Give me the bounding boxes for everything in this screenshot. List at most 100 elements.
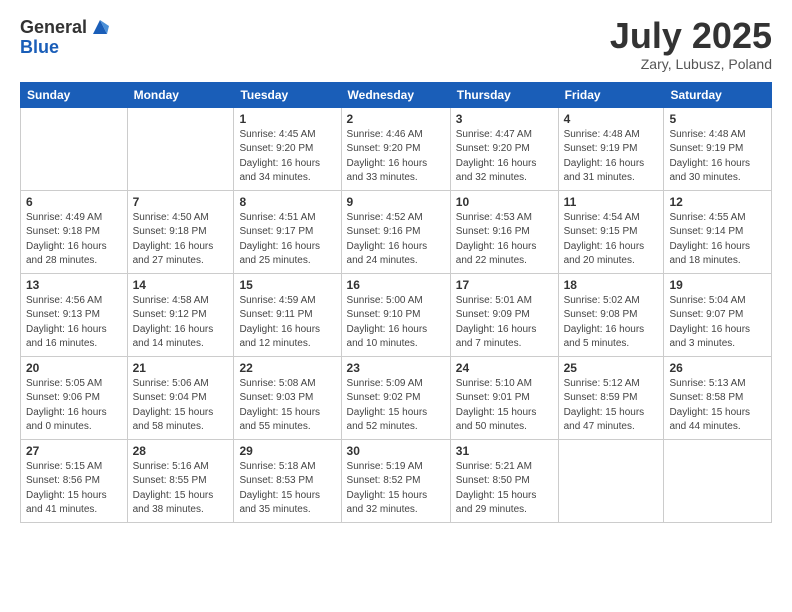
day-number: 29 [239, 444, 335, 458]
day-info: Sunrise: 4:54 AM Sunset: 9:15 PM Dayligh… [564, 211, 659, 269]
table-row: 12 Sunrise: 4:55 AM Sunset: 9:14 PM Dayli… [664, 190, 772, 273]
day-number: 16 [347, 278, 445, 292]
day-number: 12 [669, 195, 766, 209]
day-info: Sunrise: 5:21 AM Sunset: 8:50 PM Dayligh… [456, 460, 553, 518]
day-number: 10 [456, 195, 553, 209]
table-row: 2Sunrise: 4:46 AM Sunset: 9:20 PM Daylig… [341, 107, 450, 190]
day-info: Sunrise: 5:19 AM Sunset: 8:52 PM Dayligh… [347, 460, 445, 518]
day-info: Sunrise: 5:04 AM Sunset: 9:07 PM Dayligh… [669, 294, 766, 352]
day-number: 27 [26, 444, 122, 458]
table-row: 15 Sunrise: 4:59 AM Sunset: 9:11 PM Dayli… [234, 273, 341, 356]
table-row: 25 Sunrise: 5:12 AM Sunset: 8:59 PM Dayli… [558, 356, 664, 439]
table-row: 29Sunrise: 5:18 AM Sunset: 8:53 PM Dayli… [234, 439, 341, 522]
table-row: 16 Sunrise: 5:00 AM Sunset: 9:10 PM Dayli… [341, 273, 450, 356]
day-info: Sunrise: 5:12 AM Sunset: 8:59 PM Dayligh… [564, 377, 659, 435]
day-info: Sunrise: 5:02 AM Sunset: 9:08 PM Dayligh… [564, 294, 659, 352]
logo: General Blue [20, 16, 111, 58]
day-number: 21 [133, 361, 229, 375]
table-row: 14 Sunrise: 4:58 AM Sunset: 9:12 PM Dayli… [127, 273, 234, 356]
day-info: Sunrise: 5:16 AM Sunset: 8:55 PM Dayligh… [133, 460, 229, 518]
day-info: Sunrise: 4:55 AM Sunset: 9:14 PM Dayligh… [669, 211, 766, 269]
calendar-week-row: 6 Sunrise: 4:49 AM Sunset: 9:18 PM Daylig… [21, 190, 772, 273]
logo-icon [89, 16, 111, 38]
day-info: Sunrise: 4:48 AM Sunset: 9:19 PM Dayligh… [669, 128, 766, 186]
table-row: 26 Sunrise: 5:13 AM Sunset: 8:58 PM Dayli… [664, 356, 772, 439]
table-row: 23Sunrise: 5:09 AM Sunset: 9:02 PM Dayli… [341, 356, 450, 439]
logo-blue: Blue [20, 37, 59, 57]
day-number: 14 [133, 278, 229, 292]
day-number: 7 [133, 195, 229, 209]
table-row: 30Sunrise: 5:19 AM Sunset: 8:52 PM Dayli… [341, 439, 450, 522]
day-info: Sunrise: 5:01 AM Sunset: 9:09 PM Dayligh… [456, 294, 553, 352]
day-info: Sunrise: 4:52 AM Sunset: 9:16 PM Dayligh… [347, 211, 445, 269]
day-number: 9 [347, 195, 445, 209]
table-row: 1Sunrise: 4:45 AM Sunset: 9:20 PM Daylig… [234, 107, 341, 190]
header-monday: Monday [127, 82, 234, 107]
calendar-week-row: 20Sunrise: 5:05 AM Sunset: 9:06 PM Dayli… [21, 356, 772, 439]
day-info: Sunrise: 5:00 AM Sunset: 9:10 PM Dayligh… [347, 294, 445, 352]
table-row: 27 Sunrise: 5:15 AM Sunset: 8:56 PM Dayli… [21, 439, 128, 522]
day-number: 18 [564, 278, 659, 292]
header-saturday: Saturday [664, 82, 772, 107]
day-info: Sunrise: 4:51 AM Sunset: 9:17 PM Dayligh… [239, 211, 335, 269]
table-row: 20Sunrise: 5:05 AM Sunset: 9:06 PM Dayli… [21, 356, 128, 439]
table-row: 28 Sunrise: 5:16 AM Sunset: 8:55 PM Dayli… [127, 439, 234, 522]
header-tuesday: Tuesday [234, 82, 341, 107]
day-info: Sunrise: 5:13 AM Sunset: 8:58 PM Dayligh… [669, 377, 766, 435]
day-number: 19 [669, 278, 766, 292]
day-info: Sunrise: 5:06 AM Sunset: 9:04 PM Dayligh… [133, 377, 229, 435]
day-info: Sunrise: 5:15 AM Sunset: 8:56 PM Dayligh… [26, 460, 122, 518]
day-info: Sunrise: 5:08 AM Sunset: 9:03 PM Dayligh… [239, 377, 335, 435]
table-row [21, 107, 128, 190]
calendar-week-row: 1Sunrise: 4:45 AM Sunset: 9:20 PM Daylig… [21, 107, 772, 190]
day-info: Sunrise: 4:48 AM Sunset: 9:19 PM Dayligh… [564, 128, 659, 186]
day-number: 15 [239, 278, 335, 292]
table-row: 8 Sunrise: 4:51 AM Sunset: 9:17 PM Daylig… [234, 190, 341, 273]
day-info: Sunrise: 4:59 AM Sunset: 9:11 PM Dayligh… [239, 294, 335, 352]
table-row: 11 Sunrise: 4:54 AM Sunset: 9:15 PM Dayli… [558, 190, 664, 273]
calendar-week-row: 27 Sunrise: 5:15 AM Sunset: 8:56 PM Dayli… [21, 439, 772, 522]
day-number: 1 [239, 112, 335, 126]
day-number: 11 [564, 195, 659, 209]
day-number: 2 [347, 112, 445, 126]
logo-general: General [20, 18, 87, 36]
day-info: Sunrise: 4:58 AM Sunset: 9:12 PM Dayligh… [133, 294, 229, 352]
day-number: 13 [26, 278, 122, 292]
header-wednesday: Wednesday [341, 82, 450, 107]
day-info: Sunrise: 4:49 AM Sunset: 9:18 PM Dayligh… [26, 211, 122, 269]
table-row: 21 Sunrise: 5:06 AM Sunset: 9:04 PM Dayli… [127, 356, 234, 439]
day-number: 23 [347, 361, 445, 375]
day-info: Sunrise: 4:53 AM Sunset: 9:16 PM Dayligh… [456, 211, 553, 269]
day-info: Sunrise: 4:50 AM Sunset: 9:18 PM Dayligh… [133, 211, 229, 269]
day-number: 8 [239, 195, 335, 209]
day-number: 22 [239, 361, 335, 375]
table-row: 9 Sunrise: 4:52 AM Sunset: 9:16 PM Daylig… [341, 190, 450, 273]
day-number: 24 [456, 361, 553, 375]
weekday-header-row: Sunday Monday Tuesday Wednesday Thursday… [21, 82, 772, 107]
table-row: 17 Sunrise: 5:01 AM Sunset: 9:09 PM Dayli… [450, 273, 558, 356]
day-number: 3 [456, 112, 553, 126]
title-block: July 2025 Zary, Lubusz, Poland [610, 16, 772, 72]
table-row: 6 Sunrise: 4:49 AM Sunset: 9:18 PM Daylig… [21, 190, 128, 273]
day-number: 31 [456, 444, 553, 458]
day-number: 26 [669, 361, 766, 375]
day-number: 17 [456, 278, 553, 292]
table-row: 5Sunrise: 4:48 AM Sunset: 9:19 PM Daylig… [664, 107, 772, 190]
table-row: 13 Sunrise: 4:56 AM Sunset: 9:13 PM Dayli… [21, 273, 128, 356]
table-row: 7 Sunrise: 4:50 AM Sunset: 9:18 PM Daylig… [127, 190, 234, 273]
table-row: 24Sunrise: 5:10 AM Sunset: 9:01 PM Dayli… [450, 356, 558, 439]
header: General Blue July 2025 Zary, Lubusz, Pol… [20, 16, 772, 72]
day-number: 4 [564, 112, 659, 126]
table-row: 22 Sunrise: 5:08 AM Sunset: 9:03 PM Dayli… [234, 356, 341, 439]
day-number: 28 [133, 444, 229, 458]
table-row: 19 Sunrise: 5:04 AM Sunset: 9:07 PM Dayli… [664, 273, 772, 356]
day-info: Sunrise: 4:56 AM Sunset: 9:13 PM Dayligh… [26, 294, 122, 352]
header-friday: Friday [558, 82, 664, 107]
day-info: Sunrise: 5:05 AM Sunset: 9:06 PM Dayligh… [26, 377, 122, 435]
day-number: 25 [564, 361, 659, 375]
table-row: 18 Sunrise: 5:02 AM Sunset: 9:08 PM Dayli… [558, 273, 664, 356]
day-number: 6 [26, 195, 122, 209]
header-thursday: Thursday [450, 82, 558, 107]
table-row [127, 107, 234, 190]
table-row [558, 439, 664, 522]
